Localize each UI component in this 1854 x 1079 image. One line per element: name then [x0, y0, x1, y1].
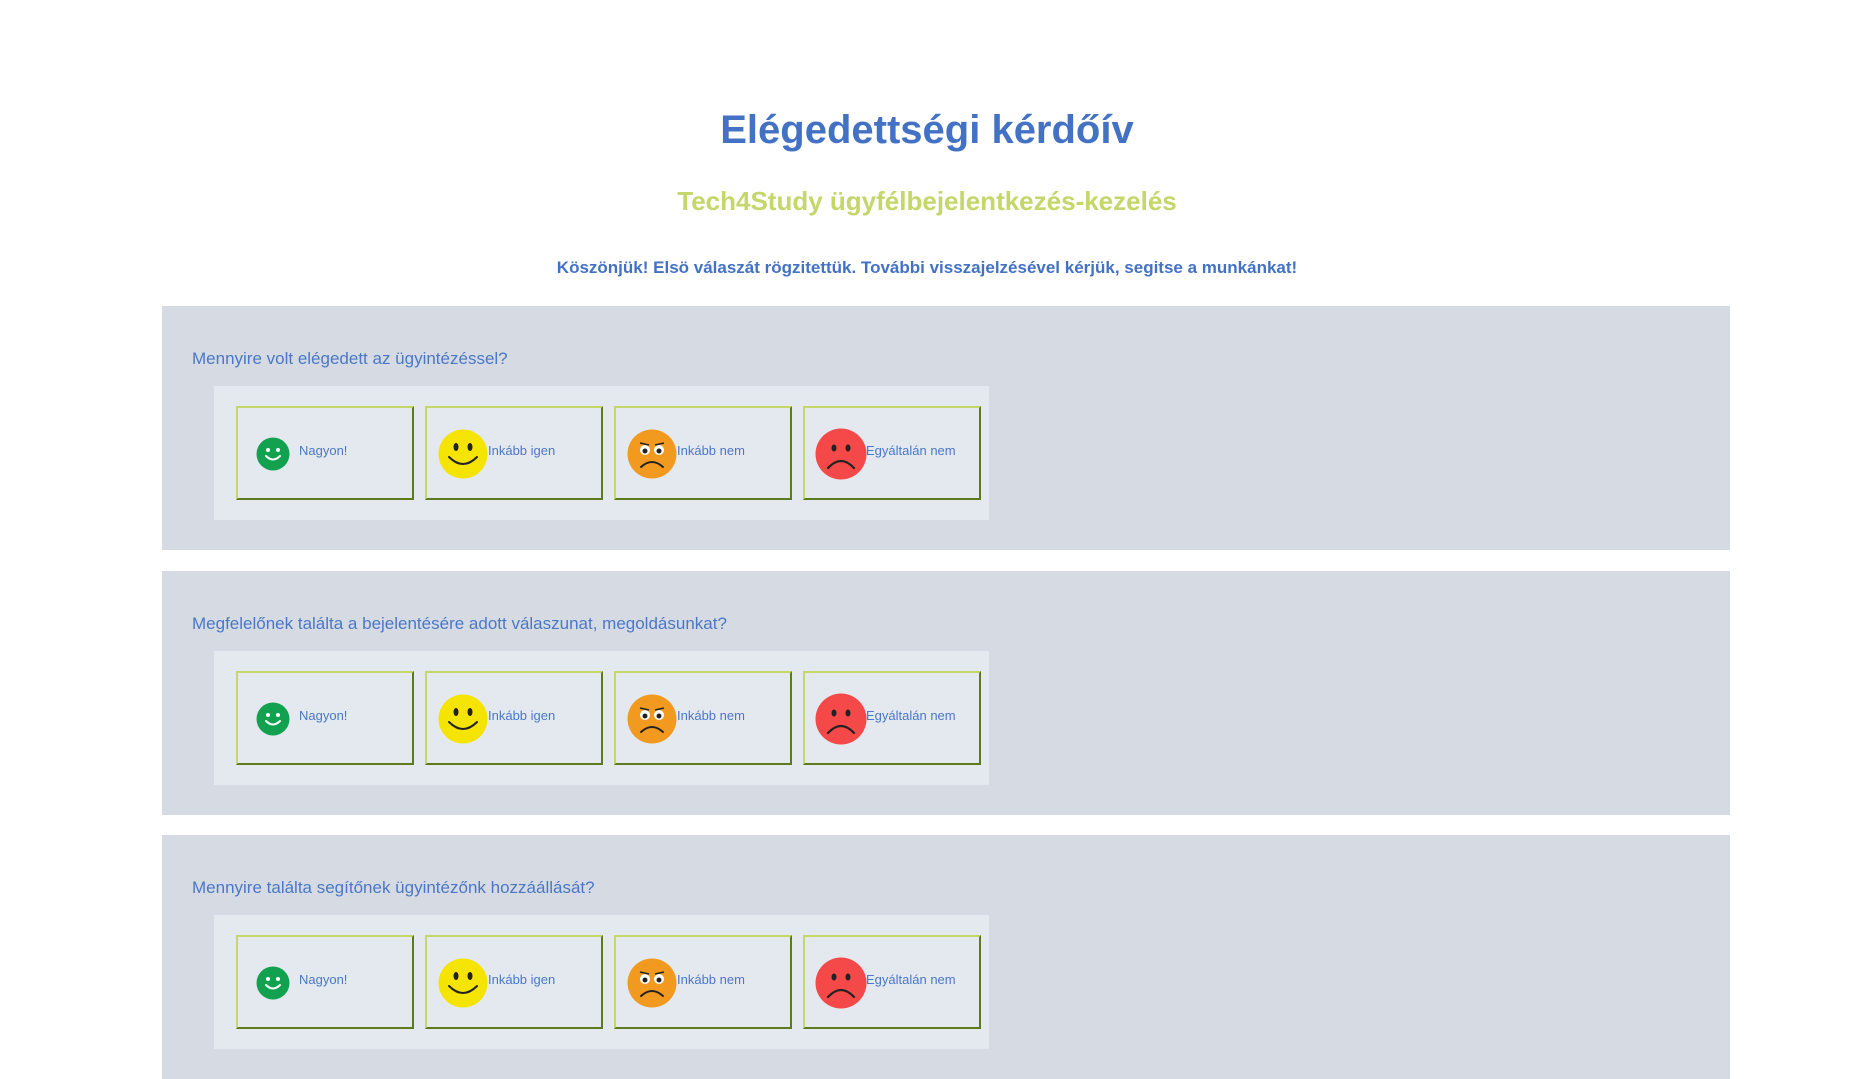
option-very-unsatisfied[interactable]: Egyáltalán nem	[803, 406, 981, 500]
question-text: Mennyire találta segítőnek ügyintézőnk h…	[192, 878, 595, 897]
option-label: Nagyon!	[299, 443, 348, 458]
rating-options: Nagyon! Inkább igen Inkább nem Egyáltalá…	[214, 651, 989, 785]
option-very-satisfied[interactable]: Nagyon!	[236, 671, 414, 765]
question-text: Mennyire volt elégedett az ügyintézéssel…	[192, 349, 508, 368]
option-unsatisfied[interactable]: Inkább nem	[614, 935, 792, 1029]
option-satisfied[interactable]: Inkább igen	[425, 406, 603, 500]
option-label: Nagyon!	[299, 708, 348, 723]
worried-face-icon	[627, 694, 677, 744]
thank-you-message: Köszönjük! Elsö válaszát rögzitettük. To…	[556, 258, 1298, 277]
question-block: Megfelelőnek találta a bejelentésére ado…	[162, 571, 1730, 815]
option-label: Egyáltalán nem	[866, 708, 956, 723]
sad-face-icon	[815, 957, 867, 1009]
happy-face-icon	[438, 958, 488, 1008]
question-block: Mennyire volt elégedett az ügyintézéssel…	[162, 306, 1730, 550]
question-text: Megfelelőnek találta a bejelentésére ado…	[192, 614, 727, 633]
worried-face-icon	[627, 429, 677, 479]
option-label: Inkább nem	[677, 972, 745, 987]
option-label: Egyáltalán nem	[866, 443, 956, 458]
very-happy-face-icon	[256, 437, 290, 471]
page-title: Elégedettségi kérdőív	[720, 108, 1134, 152]
rating-options: Nagyon! Inkább igen Inkább nem Egyáltalá…	[214, 915, 989, 1049]
option-label: Egyáltalán nem	[866, 972, 956, 987]
happy-face-icon	[438, 694, 488, 744]
question-block: Mennyire találta segítőnek ügyintézőnk h…	[162, 835, 1730, 1079]
option-very-unsatisfied[interactable]: Egyáltalán nem	[803, 935, 981, 1029]
option-satisfied[interactable]: Inkább igen	[425, 935, 603, 1029]
sad-face-icon	[815, 693, 867, 745]
very-happy-face-icon	[256, 966, 290, 1000]
option-label: Inkább nem	[677, 708, 745, 723]
option-unsatisfied[interactable]: Inkább nem	[614, 406, 792, 500]
option-label: Inkább nem	[677, 443, 745, 458]
happy-face-icon	[438, 429, 488, 479]
option-label: Inkább igen	[488, 972, 556, 987]
worried-face-icon	[627, 958, 677, 1008]
page-subtitle: Tech4Study ügyfélbejelentkezés-kezelés	[677, 186, 1177, 216]
option-label: Nagyon!	[299, 972, 348, 987]
option-unsatisfied[interactable]: Inkább nem	[614, 671, 792, 765]
option-very-satisfied[interactable]: Nagyon!	[236, 935, 414, 1029]
rating-options: Nagyon! Inkább igen Inkább nem Egyáltalá…	[214, 386, 989, 520]
option-very-unsatisfied[interactable]: Egyáltalán nem	[803, 671, 981, 765]
sad-face-icon	[815, 428, 867, 480]
option-satisfied[interactable]: Inkább igen	[425, 671, 603, 765]
option-label: Inkább igen	[488, 443, 556, 458]
very-happy-face-icon	[256, 702, 290, 736]
option-very-satisfied[interactable]: Nagyon!	[236, 406, 414, 500]
option-label: Inkább igen	[488, 708, 556, 723]
